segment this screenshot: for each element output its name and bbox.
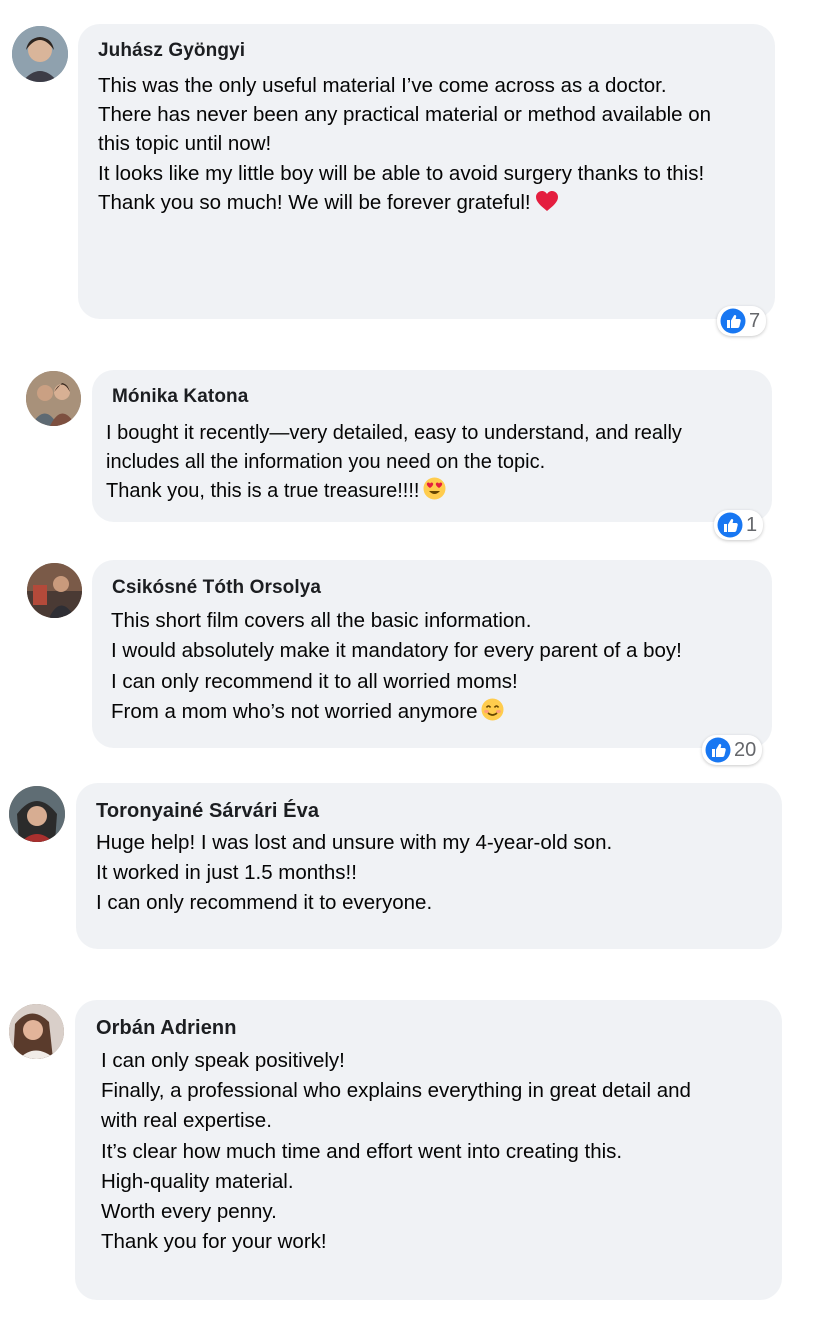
comment-line: Thank you for your work! bbox=[101, 1230, 327, 1254]
comment-author[interactable]: Toronyainé Sárvári Éva bbox=[96, 800, 319, 823]
comment-author[interactable]: Orbán Adrienn bbox=[96, 1017, 237, 1040]
comment-line: I bought it recently—very detailed, easy… bbox=[106, 422, 682, 444]
comment-author[interactable]: Csikósné Tóth Orsolya bbox=[112, 577, 321, 599]
comment-line: this topic until now! bbox=[98, 132, 272, 156]
comment-line: Worth every penny. bbox=[101, 1200, 277, 1224]
avatar[interactable] bbox=[9, 786, 65, 842]
comment-line: includes all the information you need on… bbox=[106, 451, 546, 474]
reaction-badge[interactable]: 1 bbox=[714, 510, 764, 540]
comment-text: I can only speak positively! Finally, a … bbox=[101, 1046, 691, 1257]
comment-text: Huge help! I was lost and unsure with my… bbox=[96, 828, 612, 919]
reaction-count: 1 bbox=[746, 513, 758, 536]
comment-line: I can only recommend it to all worried m… bbox=[111, 669, 518, 693]
avatar[interactable] bbox=[26, 371, 81, 426]
comment-line: It’s clear how much time and effort went… bbox=[101, 1139, 623, 1163]
comment-author[interactable]: Mónika Katona bbox=[112, 386, 248, 408]
comment-line: It looks like my little boy will be able… bbox=[98, 161, 705, 185]
comment-line: There has never been any practical mater… bbox=[98, 103, 712, 127]
comment-line: Thank you, this is a true treasure!!!! bbox=[106, 477, 682, 509]
comment-line: Thank you so much! We will be forever gr… bbox=[98, 188, 711, 220]
comment-line: I would absolutely make it mandatory for… bbox=[111, 639, 682, 663]
smiling-face-emoji-icon bbox=[481, 698, 504, 730]
comment-line: From a mom who’s not worried anymore bbox=[111, 697, 682, 730]
like-icon bbox=[717, 512, 746, 538]
like-icon bbox=[705, 737, 734, 763]
comment-line: This short film covers all the basic inf… bbox=[111, 609, 532, 632]
comment-text: This was the only useful material I’ve c… bbox=[98, 71, 711, 220]
heart-eyes-emoji-icon bbox=[423, 477, 446, 509]
comment-line: I can only recommend it to everyone. bbox=[96, 891, 433, 915]
avatar[interactable] bbox=[9, 1004, 64, 1059]
avatar[interactable] bbox=[12, 26, 68, 82]
heart-emoji-icon bbox=[535, 190, 559, 220]
reaction-badge[interactable]: 7 bbox=[717, 306, 767, 336]
comment-line: Finally, a professional who explains eve… bbox=[101, 1079, 691, 1103]
comment-line: High-quality material. bbox=[101, 1169, 294, 1193]
reaction-badge[interactable]: 20 bbox=[702, 735, 763, 765]
like-icon bbox=[720, 308, 749, 334]
comment-line: It worked in just 1.5 months!! bbox=[96, 861, 357, 885]
comment-line: with real expertise. bbox=[101, 1109, 272, 1133]
comment-author[interactable]: Juhász Gyöngyi bbox=[98, 40, 245, 62]
comment-line: I can only speak positively! bbox=[101, 1049, 345, 1072]
comment-text: This short film covers all the basic inf… bbox=[111, 606, 682, 730]
comment-line: Huge help! I was lost and unsure with my… bbox=[96, 831, 613, 854]
comment-text: I bought it recently—very detailed, easy… bbox=[106, 419, 682, 510]
avatar[interactable] bbox=[27, 563, 82, 618]
reaction-count: 20 bbox=[734, 738, 757, 761]
reaction-count: 7 bbox=[749, 309, 761, 332]
comment-line: This was the only useful material I’ve c… bbox=[98, 74, 667, 97]
